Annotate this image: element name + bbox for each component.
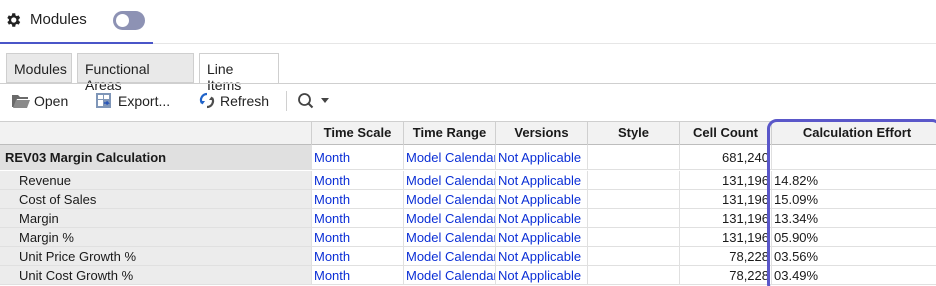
refresh-button[interactable]: Refresh <box>199 91 274 111</box>
col-header-versions[interactable]: Versions <box>495 122 587 146</box>
time-range-cell[interactable]: Model Calendar <box>403 145 495 169</box>
col-header-time-scale[interactable]: Time Scale <box>311 122 403 146</box>
cell-count-cell: 131,196 <box>679 228 771 246</box>
export-label: Export... <box>118 93 171 109</box>
line-item-name: Revenue <box>0 171 311 189</box>
open-button[interactable]: Open <box>11 91 71 111</box>
modules-header-tab[interactable]: Modules <box>0 0 153 44</box>
cell-count-cell: 131,196 <box>679 190 771 208</box>
export-icon <box>96 93 111 108</box>
time-range-cell[interactable]: Model Calendar <box>403 171 495 189</box>
search-dropdown-button[interactable] <box>297 91 331 111</box>
time-range-cell[interactable]: Model Calendar <box>403 228 495 246</box>
line-item-name: Unit Cost Growth % <box>0 266 311 284</box>
versions-cell[interactable]: Not Applicable <box>495 266 587 284</box>
calculation-effort-cell: 15.09% <box>771 190 936 208</box>
cell-count-cell: 131,196 <box>679 171 771 189</box>
table-row[interactable]: Margin % Month Model Calendar Not Applic… <box>0 228 936 247</box>
time-range-cell[interactable]: Model Calendar <box>403 209 495 227</box>
calculation-effort-cell <box>771 145 936 169</box>
style-cell[interactable] <box>587 247 679 265</box>
col-header-style[interactable]: Style <box>587 122 679 146</box>
table-row[interactable]: Unit Cost Growth % Month Model Calendar … <box>0 266 936 285</box>
line-item-name: Margin % <box>0 228 311 246</box>
tabs-divider <box>0 83 936 84</box>
toolbar-separator <box>286 91 287 111</box>
line-item-name: Unit Price Growth % <box>0 247 311 265</box>
style-cell[interactable] <box>587 228 679 246</box>
time-scale-cell[interactable]: Month <box>311 266 403 284</box>
style-cell[interactable] <box>587 209 679 227</box>
module-row[interactable]: REV03 Margin Calculation Month Model Cal… <box>0 145 936 170</box>
time-scale-cell[interactable]: Month <box>311 171 403 189</box>
versions-cell[interactable]: Not Applicable <box>495 228 587 246</box>
export-button[interactable]: Export... <box>95 91 175 111</box>
time-range-cell[interactable]: Model Calendar <box>403 247 495 265</box>
table-row[interactable]: Revenue Month Model Calendar Not Applica… <box>0 171 936 190</box>
line-items-grid: Time Scale Time Range Versions Style Cel… <box>0 121 936 286</box>
cell-count-cell: 78,228 <box>679 247 771 265</box>
col-header-calculation-effort[interactable]: Calculation Effort <box>771 122 936 146</box>
cell-count-cell: 78,228 <box>679 266 771 284</box>
toolbar: Open Export... Refresh <box>0 88 936 114</box>
style-cell[interactable] <box>587 190 679 208</box>
time-scale-cell[interactable]: Month <box>311 209 403 227</box>
style-cell[interactable] <box>587 145 679 169</box>
refresh-label: Refresh <box>220 93 270 109</box>
cell-count-cell: 131,196 <box>679 209 771 227</box>
search-icon <box>298 93 314 109</box>
refresh-icon <box>199 92 215 109</box>
tab-line-items[interactable]: Line Items <box>199 53 279 93</box>
time-scale-cell[interactable]: Month <box>311 247 403 265</box>
line-item-name: Margin <box>0 209 311 227</box>
calculation-effort-cell: 13.34% <box>771 209 936 227</box>
chevron-down-icon <box>321 98 329 103</box>
time-scale-cell[interactable]: Month <box>311 228 403 246</box>
versions-cell[interactable]: Not Applicable <box>495 145 587 169</box>
col-header-cell-count[interactable]: Cell Count <box>679 122 771 146</box>
open-label: Open <box>34 93 69 109</box>
table-row[interactable]: Cost of Sales Month Model Calendar Not A… <box>0 190 936 209</box>
versions-cell[interactable]: Not Applicable <box>495 171 587 189</box>
page-title: Modules <box>30 11 87 28</box>
time-range-cell[interactable]: Model Calendar <box>403 266 495 284</box>
versions-cell[interactable]: Not Applicable <box>495 247 587 265</box>
grid-header: Time Scale Time Range Versions Style Cel… <box>0 121 936 146</box>
tab-bar: Modules Functional Areas Line Items <box>0 53 936 93</box>
calculation-effort-cell: 03.56% <box>771 247 936 265</box>
time-range-cell[interactable]: Model Calendar <box>403 190 495 208</box>
style-cell[interactable] <box>587 266 679 284</box>
time-scale-cell[interactable]: Month <box>311 190 403 208</box>
tab-modules[interactable]: Modules <box>6 53 72 83</box>
versions-cell[interactable]: Not Applicable <box>495 209 587 227</box>
calculation-effort-cell: 05.90% <box>771 228 936 246</box>
app-header: Modules <box>0 0 936 44</box>
line-item-name: Cost of Sales <box>0 190 311 208</box>
line-item-name: REV03 Margin Calculation <box>0 145 311 169</box>
folder-icon <box>12 95 30 108</box>
style-cell[interactable] <box>587 171 679 189</box>
calculation-effort-cell: 14.82% <box>771 171 936 189</box>
table-row[interactable]: Unit Price Growth % Month Model Calendar… <box>0 247 936 266</box>
col-header-time-range[interactable]: Time Range <box>403 122 495 146</box>
table-row[interactable]: Margin Month Model Calendar Not Applicab… <box>0 209 936 228</box>
cell-count-cell: 681,240 <box>679 145 771 169</box>
tab-functional-areas[interactable]: Functional Areas <box>77 53 194 93</box>
modules-toggle[interactable] <box>113 11 145 30</box>
toggle-knob <box>116 14 129 27</box>
gear-icon <box>7 13 21 27</box>
time-scale-cell[interactable]: Month <box>311 145 403 169</box>
versions-cell[interactable]: Not Applicable <box>495 190 587 208</box>
calculation-effort-cell: 03.49% <box>771 266 936 284</box>
